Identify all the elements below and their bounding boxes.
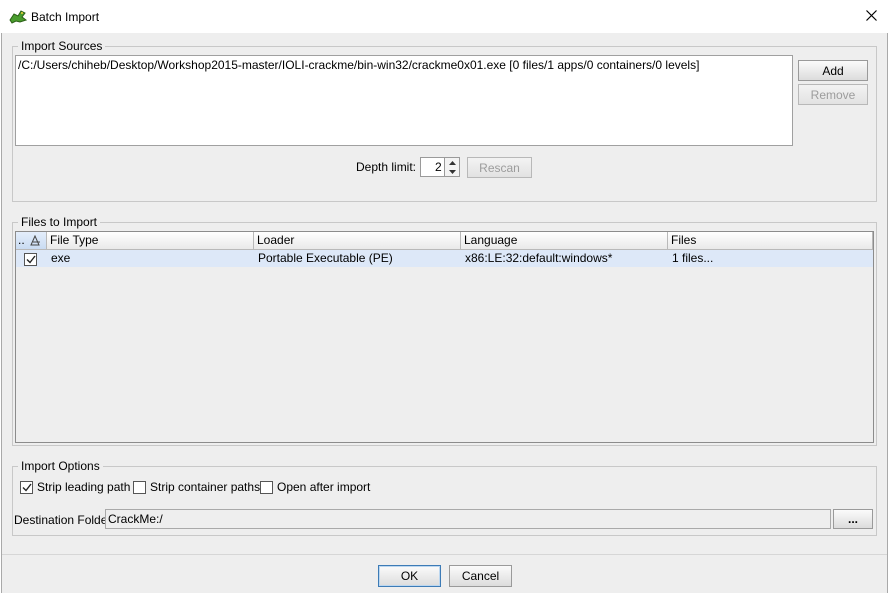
strip-container-paths-label: Strip container paths [150,480,261,494]
column-header-loader[interactable]: Loader [254,232,461,250]
open-after-import-label: Open after import [277,480,371,494]
close-icon [866,9,877,24]
depth-limit-spinner[interactable]: 2 [420,157,460,177]
import-sources-list[interactable]: /C:/Users/chiheb/Desktop/Workshop2015-ma… [15,55,793,146]
cell-language[interactable]: x86:LE:32:default:windows* [462,250,612,267]
window-title: Batch Import [31,10,100,24]
spinner-down-icon[interactable] [444,167,459,176]
column-header-file-type[interactable]: File Type [47,232,254,250]
checkbox-empty-icon [260,480,273,494]
footer-divider [2,554,887,555]
depth-limit-value: 2 [435,160,442,174]
destination-folder-label: Destination Folder [14,513,112,527]
title-bar: Batch Import [0,0,889,33]
depth-limit-label: Depth limit: [356,160,417,174]
cell-files[interactable]: 1 files... [669,250,713,267]
sort-icon [30,235,40,246]
strip-leading-path-label: Strip leading path [37,480,131,494]
column-header-language[interactable]: Language [461,232,668,250]
select-all-header[interactable]: .. [16,232,47,250]
cell-file-type: exe [51,251,71,265]
add-button[interactable]: Add [798,60,868,81]
checkmark-icon [20,480,33,494]
destination-folder-value: CrackMe:/ [108,512,163,526]
dragon-app-icon [9,8,28,24]
column-header-files[interactable]: Files [668,232,873,250]
files-table: .. File Type Loader Language Files exe P… [15,231,874,443]
import-sources-legend: Import Sources [21,39,103,53]
strip-leading-path-checkbox[interactable]: Strip leading path [20,480,130,494]
close-button[interactable] [854,2,889,31]
checkbox-empty-icon [133,480,146,494]
destination-folder-field[interactable]: CrackMe:/ [105,509,831,529]
files-to-import-legend: Files to Import [21,215,98,229]
import-source-item[interactable]: /C:/Users/chiheb/Desktop/Workshop2015-ma… [18,58,699,72]
remove-button[interactable]: Remove [798,84,868,105]
ok-button[interactable]: OK [378,565,441,587]
strip-container-paths-checkbox[interactable]: Strip container paths [133,480,260,494]
open-after-import-checkbox[interactable]: Open after import [260,480,370,494]
cancel-button[interactable]: Cancel [449,565,512,587]
dialog-body: Import Sources /C:/Users/chiheb/Desktop/… [1,33,888,593]
table-row[interactable]: exe Portable Executable (PE) x86:LE:32:d… [16,250,873,267]
rescan-button[interactable]: Rescan [467,157,532,178]
row-checkbox[interactable] [24,252,37,269]
checkmark-icon [24,253,37,266]
select-all-label: .. [18,233,25,247]
browse-folder-button[interactable]: ... [833,509,873,529]
import-options-legend: Import Options [21,459,100,473]
cell-loader: Portable Executable (PE) [258,251,393,265]
